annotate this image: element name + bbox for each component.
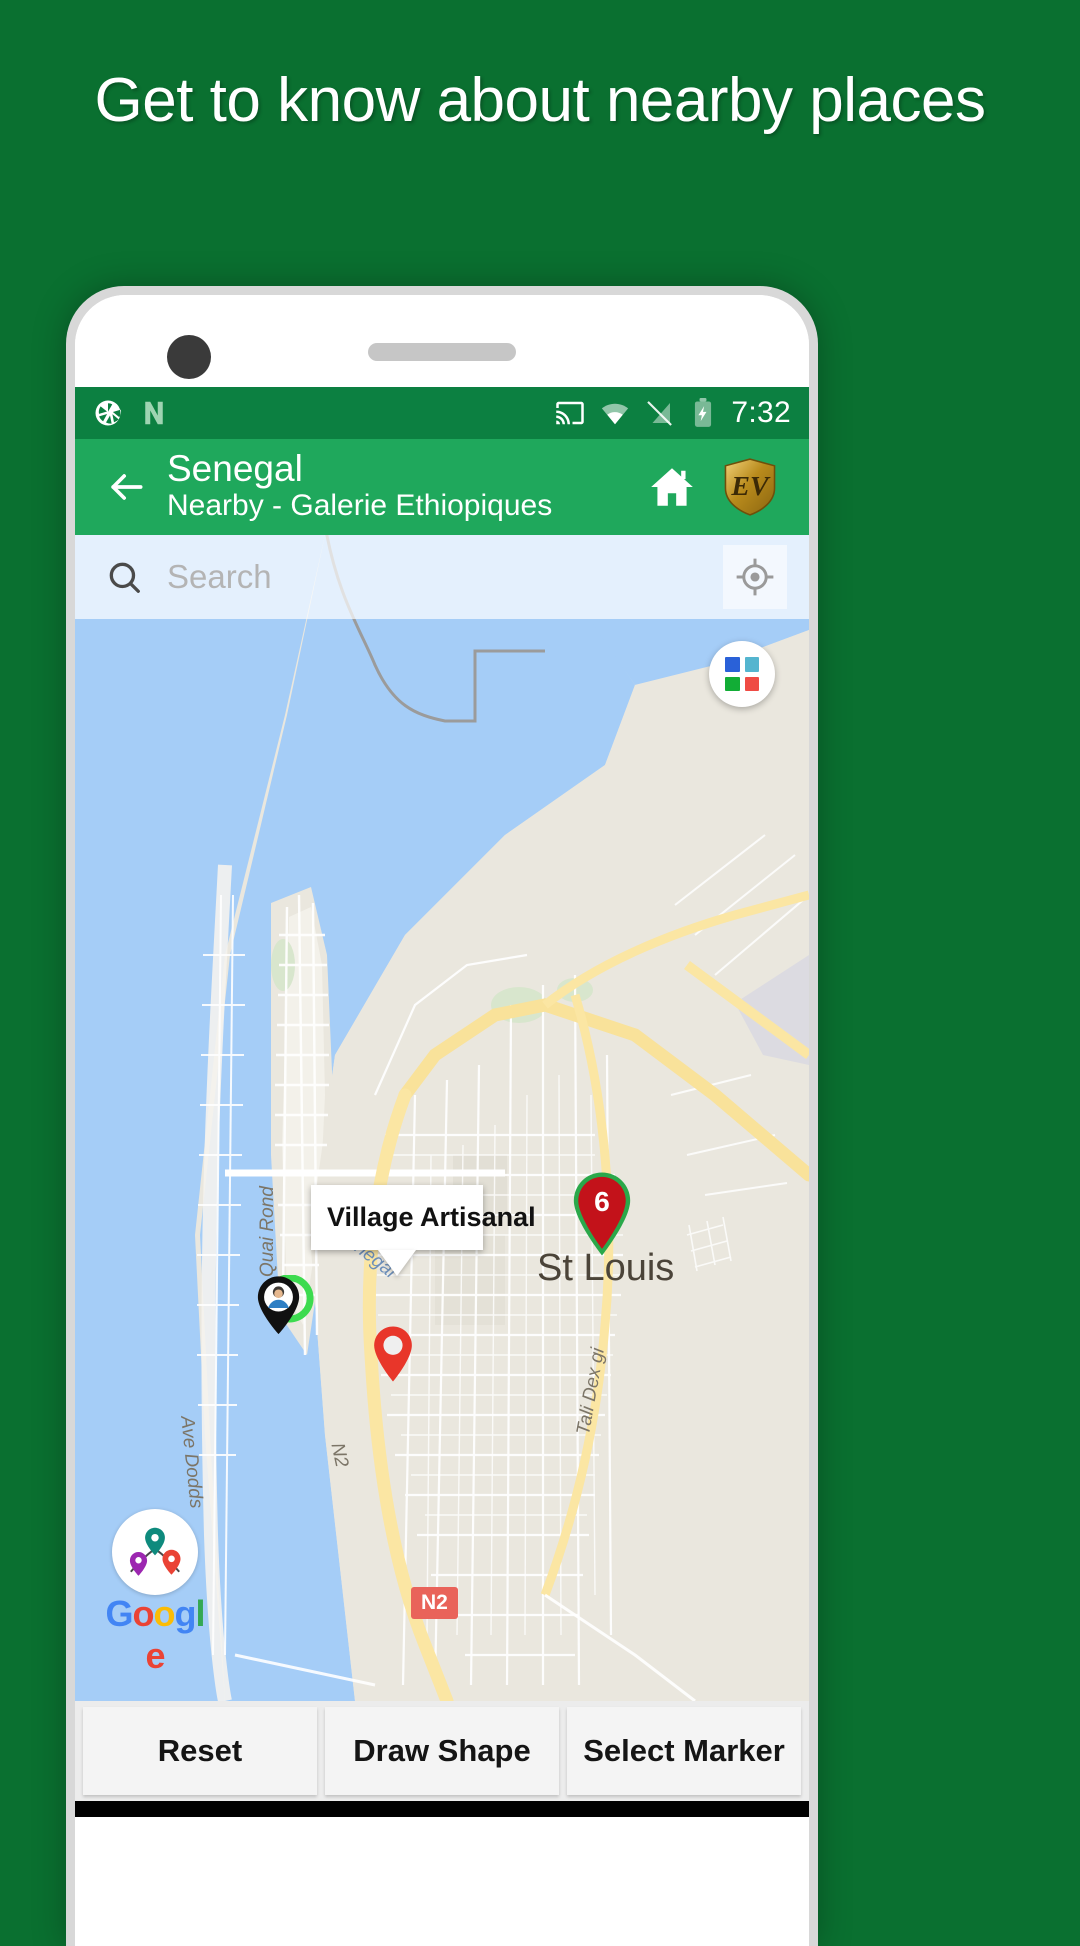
google-letter-o2: o: [153, 1593, 176, 1634]
search-input[interactable]: [151, 558, 723, 596]
google-letter-o1: o: [132, 1593, 155, 1634]
draw-shape-button[interactable]: Draw Shape: [325, 1707, 559, 1795]
home-icon[interactable]: [633, 462, 711, 512]
google-wordmark: Google: [100, 1593, 210, 1677]
reset-button[interactable]: Reset: [83, 1707, 317, 1795]
status-bar-left-icons: [93, 398, 169, 428]
info-window[interactable]: Village Artisanal: [311, 1185, 536, 1276]
ev-shield-logo[interactable]: EV: [711, 458, 789, 516]
status-bar-right-icons: 7:32: [555, 396, 791, 430]
phone-navigation-bar: [75, 1801, 809, 1817]
google-attribution: Google: [100, 1509, 210, 1677]
selected-place-marker[interactable]: [371, 1325, 415, 1388]
cast-icon: [555, 398, 585, 428]
page-title: Senegal: [167, 447, 303, 489]
map-canvas[interactable]: Ave Dodds Quai Rond Senegal N2 Tali Dex …: [75, 535, 809, 1701]
google-letter-e: e: [145, 1635, 165, 1676]
camera-aperture-icon: [93, 398, 123, 428]
select-marker-button[interactable]: Select Marker: [567, 1707, 801, 1795]
status-bar-clock: 7:32: [731, 396, 791, 429]
status-bar: 7:32: [75, 387, 809, 439]
map-type-swatch-green: [725, 676, 740, 691]
app-bar-titles: Senegal Nearby - Galerie Ethiopiques: [157, 450, 633, 525]
app-bar: Senegal Nearby - Galerie Ethiopiques EV: [75, 439, 809, 535]
page-subtitle: Nearby - Galerie Ethiopiques: [167, 488, 553, 522]
street-label: Quai Rond: [257, 1186, 278, 1277]
map-layers-grid-icon[interactable]: [709, 641, 775, 707]
street-label: N2: [326, 1441, 353, 1470]
cluster-marker[interactable]: 6: [569, 1171, 635, 1262]
search-icon: [97, 558, 151, 596]
google-letter-g1: G: [105, 1593, 133, 1634]
map-type-swatches: [725, 657, 759, 691]
google-letter-l: l: [195, 1593, 206, 1634]
google-letter-g2: g: [174, 1593, 197, 1634]
nfc-icon: [139, 398, 169, 428]
map-type-swatch-blue: [725, 657, 740, 672]
earpiece-speaker: [368, 343, 516, 361]
wifi-icon: [600, 398, 630, 428]
phone-mockup: 7:32 Senegal Nearby - Galerie Ethiopique…: [66, 286, 818, 1946]
front-camera-icon: [167, 335, 211, 379]
back-arrow-icon[interactable]: [95, 465, 157, 509]
signal-off-icon: [645, 398, 675, 428]
map-type-swatch-red: [744, 676, 759, 691]
phone-screen: 7:32 Senegal Nearby - Galerie Ethiopique…: [75, 295, 809, 1946]
phone-bezel-top: [75, 295, 809, 387]
map-type-swatch-cyan: [744, 657, 759, 672]
svg-text:EV: EV: [730, 471, 771, 502]
map-search-bar[interactable]: [75, 535, 809, 619]
bottom-action-bar: Reset Draw Shape Select Marker: [75, 1701, 809, 1801]
info-window-box: Village Artisanal: [311, 1185, 536, 1250]
promo-headline: Get to know about nearby places: [94, 66, 986, 135]
cluster-marker-count: 6: [594, 1185, 610, 1217]
road-shield-n2: N2: [411, 1587, 458, 1619]
info-window-tail: [378, 1250, 416, 1276]
info-window-title: Village Artisanal: [327, 1202, 536, 1232]
battery-charging-icon: [690, 398, 716, 428]
my-location-icon[interactable]: [723, 545, 787, 609]
google-maps-pins-icon: [112, 1509, 198, 1595]
user-location-marker[interactable]: [253, 1274, 315, 1346]
